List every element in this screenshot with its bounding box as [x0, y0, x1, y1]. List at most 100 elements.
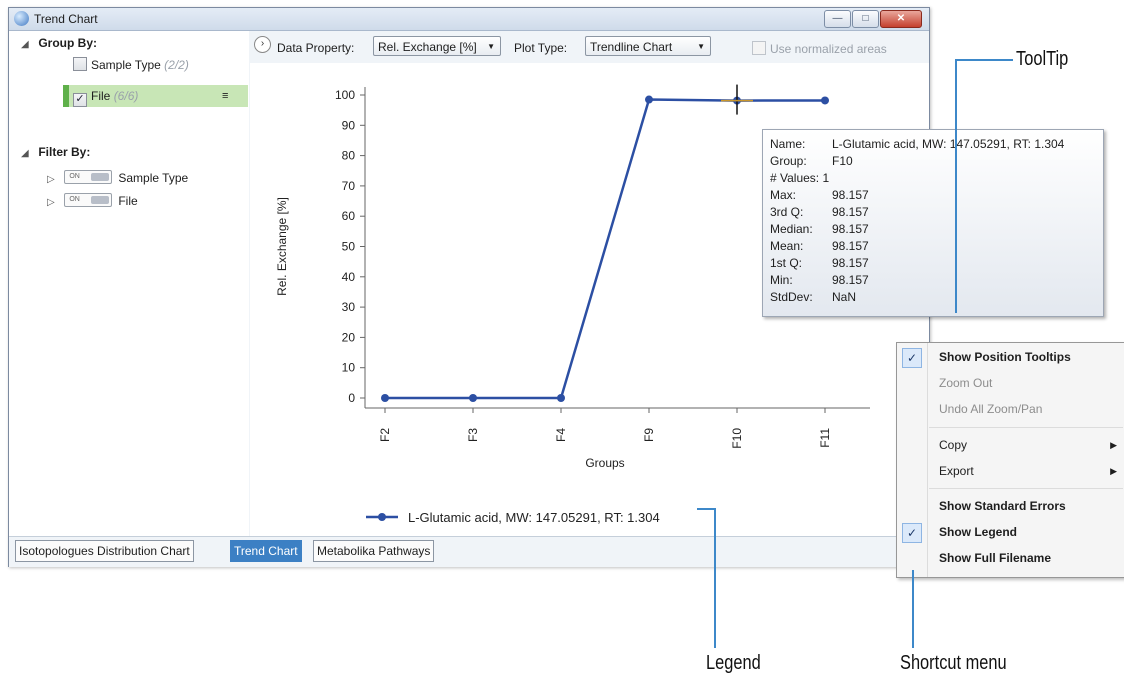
tooltip-value: F10	[832, 154, 853, 168]
sort-icon[interactable]: ≡	[222, 86, 228, 106]
y-tick-label: 10	[342, 361, 356, 375]
menu-item-label: Undo All Zoom/Pan	[939, 402, 1043, 416]
menu-item-copy[interactable]: Copy ▶	[897, 433, 1124, 457]
data-point	[557, 394, 565, 402]
tooltip-key: 1st Q:	[770, 256, 803, 270]
tooltip-key: Median:	[770, 222, 813, 236]
tab-trend-chart[interactable]: Trend Chart	[230, 540, 302, 562]
x-tick-label: F9	[642, 428, 656, 442]
title-bar[interactable]: Trend Chart — □ ✕	[9, 8, 929, 31]
chevron-down-icon: ▼	[487, 42, 495, 51]
tooltip-callout-label: ToolTip	[1016, 48, 1069, 70]
x-tick-label: F4	[554, 428, 568, 442]
sample-type-count: (2/2)	[164, 58, 189, 72]
filter-by-header[interactable]: ◢ Filter By:	[21, 142, 90, 162]
collapse-arrow-icon[interactable]: ◢	[21, 144, 35, 164]
y-tick-label: 40	[342, 270, 356, 284]
drag-handle-icon[interactable]	[63, 85, 69, 107]
y-tick-label: 0	[348, 391, 355, 405]
tab-bar: Isotopologues Distribution Chart Trend C…	[9, 536, 929, 567]
checkmark-icon: ✓	[902, 523, 922, 543]
position-tooltip: Name: L-Glutamic acid, MW: 147.05291, RT:…	[762, 129, 1104, 317]
menu-item-undo-zoom-pan[interactable]: Undo All Zoom/Pan	[897, 397, 1124, 421]
menu-item-label: Show Standard Errors	[939, 499, 1066, 513]
y-tick-label: 100	[335, 88, 355, 102]
tooltip-key: Min:	[770, 273, 793, 287]
tooltip-value: 98.157	[832, 188, 869, 202]
filter-sample-type-label: Sample Type	[118, 171, 189, 185]
shortcut-menu-callout-label: Shortcut menu	[900, 652, 1007, 674]
menu-item-label: Show Position Tooltips	[939, 350, 1071, 364]
x-tick-label: F11	[818, 428, 832, 448]
y-axis-label: Rel. Exchange [%]	[275, 197, 289, 296]
tooltip-value: 98.157	[832, 205, 869, 219]
x-tick-label: F2	[378, 428, 392, 442]
tooltip-key: Group:	[770, 154, 807, 168]
tab-isotopologues[interactable]: Isotopologues Distribution Chart	[15, 540, 194, 562]
sample-type-toggle[interactable]: ON	[64, 170, 113, 184]
app-icon	[14, 11, 29, 26]
tooltip-value: L-Glutamic acid, MW: 147.05291, RT: 1.30…	[832, 137, 1065, 151]
legend-swatch-marker	[378, 513, 386, 521]
y-tick-label: 90	[342, 118, 356, 132]
normalized-label: Use normalized areas	[770, 42, 887, 56]
tooltip-key: Mean:	[770, 239, 804, 253]
toggle-on-label: ON	[69, 173, 80, 180]
chart-toolbar: › Data Property: Rel. Exchange [%] ▼ Plo…	[250, 31, 929, 63]
menu-item-zoom-out[interactable]: Zoom Out	[897, 371, 1124, 395]
expand-arrow-icon[interactable]: ▷	[47, 193, 61, 213]
y-tick-label: 20	[342, 330, 356, 344]
submenu-arrow-icon: ▶	[1110, 466, 1117, 476]
plot-type-label: Plot Type:	[514, 41, 568, 55]
plot-type-dropdown[interactable]: Trendline Chart ▼	[585, 36, 711, 56]
tab-metabolika[interactable]: Metabolika Pathways	[313, 540, 435, 562]
sample-type-checkbox[interactable]	[73, 57, 87, 71]
close-button[interactable]: ✕	[880, 10, 922, 28]
tooltip-value: 98.157	[832, 222, 869, 236]
y-tick-label: 70	[342, 179, 356, 193]
menu-item-show-full-filename[interactable]: Show Full Filename	[897, 546, 1124, 570]
shortcut-menu: ✓ Show Position Tooltips Zoom Out Undo Al…	[896, 342, 1124, 578]
filter-item-file[interactable]: ▷ ON File	[47, 191, 138, 211]
y-tick-label: 60	[342, 209, 356, 223]
tooltip-key: 3rd Q:	[770, 205, 804, 219]
expand-panel-icon[interactable]: ›	[254, 36, 271, 53]
x-tick-label: F10	[730, 428, 744, 449]
expand-arrow-icon[interactable]: ▷	[47, 170, 61, 190]
maximize-button[interactable]: □	[852, 10, 879, 28]
group-by-header[interactable]: ◢ Group By:	[21, 33, 97, 53]
tooltip-key: Max:	[770, 188, 797, 202]
menu-item-export[interactable]: Export ▶	[897, 459, 1124, 483]
toggle-knob	[91, 173, 110, 181]
menu-item-label: Copy	[939, 438, 968, 452]
filter-item-sample-type[interactable]: ▷ ON Sample Type	[47, 168, 188, 188]
menu-item-show-position-tooltips[interactable]: ✓ Show Position Tooltips	[897, 345, 1124, 369]
toggle-on-label: ON	[69, 196, 80, 203]
file-checkbox[interactable]: ✓	[73, 93, 87, 107]
file-label: File	[91, 89, 111, 103]
file-toggle[interactable]: ON	[64, 193, 113, 207]
menu-item-show-legend[interactable]: ✓ Show Legend	[897, 520, 1124, 544]
chevron-down-icon: ▼	[697, 42, 705, 51]
tooltip-value: 98.157	[832, 256, 869, 270]
data-property-dropdown[interactable]: Rel. Exchange [%] ▼	[373, 36, 501, 56]
collapse-arrow-icon[interactable]: ◢	[21, 35, 35, 55]
data-property-label: Data Property:	[277, 41, 355, 55]
data-point	[469, 394, 477, 402]
use-normalized-areas[interactable]: Use normalized areas	[752, 41, 887, 56]
x-axis-label: Groups	[585, 456, 624, 470]
menu-item-show-standard-errors[interactable]: Show Standard Errors	[897, 494, 1124, 518]
sample-type-label: Sample Type	[91, 58, 161, 72]
group-by-item-file[interactable]: ✓ File (6/6)	[73, 86, 138, 107]
filter-file-label: File	[118, 194, 138, 208]
minimize-button[interactable]: —	[824, 10, 851, 28]
menu-item-label: Export	[939, 464, 974, 478]
legend-label: L-Glutamic acid, MW: 147.05291, RT: 1.30…	[408, 510, 660, 525]
normalized-checkbox[interactable]	[752, 41, 766, 55]
tooltip-key: StdDev:	[770, 290, 813, 304]
group-by-item-sample-type[interactable]: Sample Type (2/2)	[73, 55, 189, 75]
menu-separator	[929, 427, 1123, 428]
tooltip-value: 98.157	[832, 273, 869, 287]
group-by-label: Group By:	[38, 36, 98, 50]
tooltip-value: NaN	[832, 290, 857, 304]
